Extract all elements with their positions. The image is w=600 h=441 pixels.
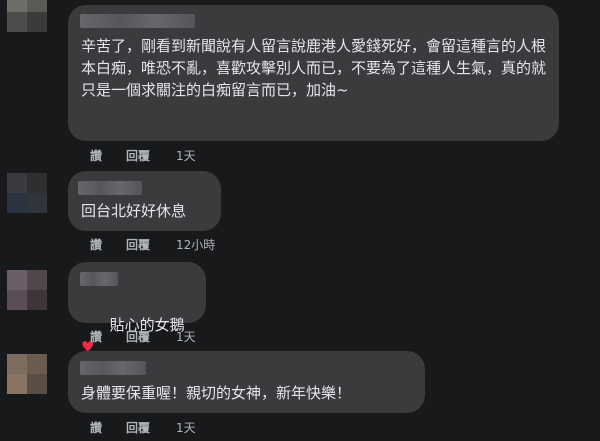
timestamp[interactable]: 1天 xyxy=(176,419,196,437)
avatar[interactable] xyxy=(7,270,47,310)
commenter-name[interactable] xyxy=(80,361,146,375)
comment-text: 回台北好好休息 xyxy=(81,202,187,220)
reply-button[interactable]: 回覆 xyxy=(126,419,176,437)
comment-item: 身體要保重喔！親切的女神，新年快樂！ 讚 回覆 1天 xyxy=(0,350,600,441)
timestamp[interactable]: 1天 xyxy=(176,147,196,165)
comment-actions: 讚 回覆 1天 xyxy=(90,328,196,346)
comment-bubble: 辛苦了，剛看到新聞說有人留言說鹿港人愛錢死好，會留這種言的人根本白痴，唯恐不亂，… xyxy=(68,5,559,141)
comment-bubble: 貼心的女鵝♥ xyxy=(68,262,206,356)
timestamp[interactable]: 12小時 xyxy=(176,236,215,254)
comment-actions: 讚 回覆 1天 xyxy=(90,147,196,165)
comment-text: 身體要保重喔！親切的女神，新年快樂！ xyxy=(81,384,352,402)
comment-bubble: 身體要保重喔！親切的女神，新年快樂！ xyxy=(68,351,425,413)
comment-actions: 讚 回覆 12小時 xyxy=(90,236,215,254)
avatar[interactable] xyxy=(7,173,47,213)
comment-item: 貼心的女鵝♥ 讚 回覆 1天 xyxy=(0,260,600,356)
comment-item: 回台北好好休息 讚 回覆 12小時 xyxy=(0,165,600,260)
comment-actions: 讚 回覆 1天 xyxy=(90,419,196,437)
avatar[interactable] xyxy=(7,0,47,32)
reply-button[interactable]: 回覆 xyxy=(126,328,176,346)
commenter-name[interactable] xyxy=(80,14,195,28)
commenter-name[interactable] xyxy=(80,272,118,286)
timestamp[interactable]: 1天 xyxy=(176,328,196,346)
reply-button[interactable]: 回覆 xyxy=(126,236,176,254)
comment-text: 辛苦了，剛看到新聞說有人留言說鹿港人愛錢死好，會留這種言的人根本白痴，唯恐不亂，… xyxy=(81,37,547,99)
comment-item: 辛苦了，剛看到新聞說有人留言說鹿港人愛錢死好，會留這種言的人根本白痴，唯恐不亂，… xyxy=(0,0,600,165)
avatar[interactable] xyxy=(7,354,47,394)
comment-bubble: 回台北好好休息 xyxy=(68,171,221,231)
like-button[interactable]: 讚 xyxy=(90,419,126,437)
like-button[interactable]: 讚 xyxy=(90,236,126,254)
commenter-name[interactable] xyxy=(78,181,142,195)
like-button[interactable]: 讚 xyxy=(90,147,126,165)
reply-button[interactable]: 回覆 xyxy=(126,147,176,165)
like-button[interactable]: 讚 xyxy=(90,328,126,346)
